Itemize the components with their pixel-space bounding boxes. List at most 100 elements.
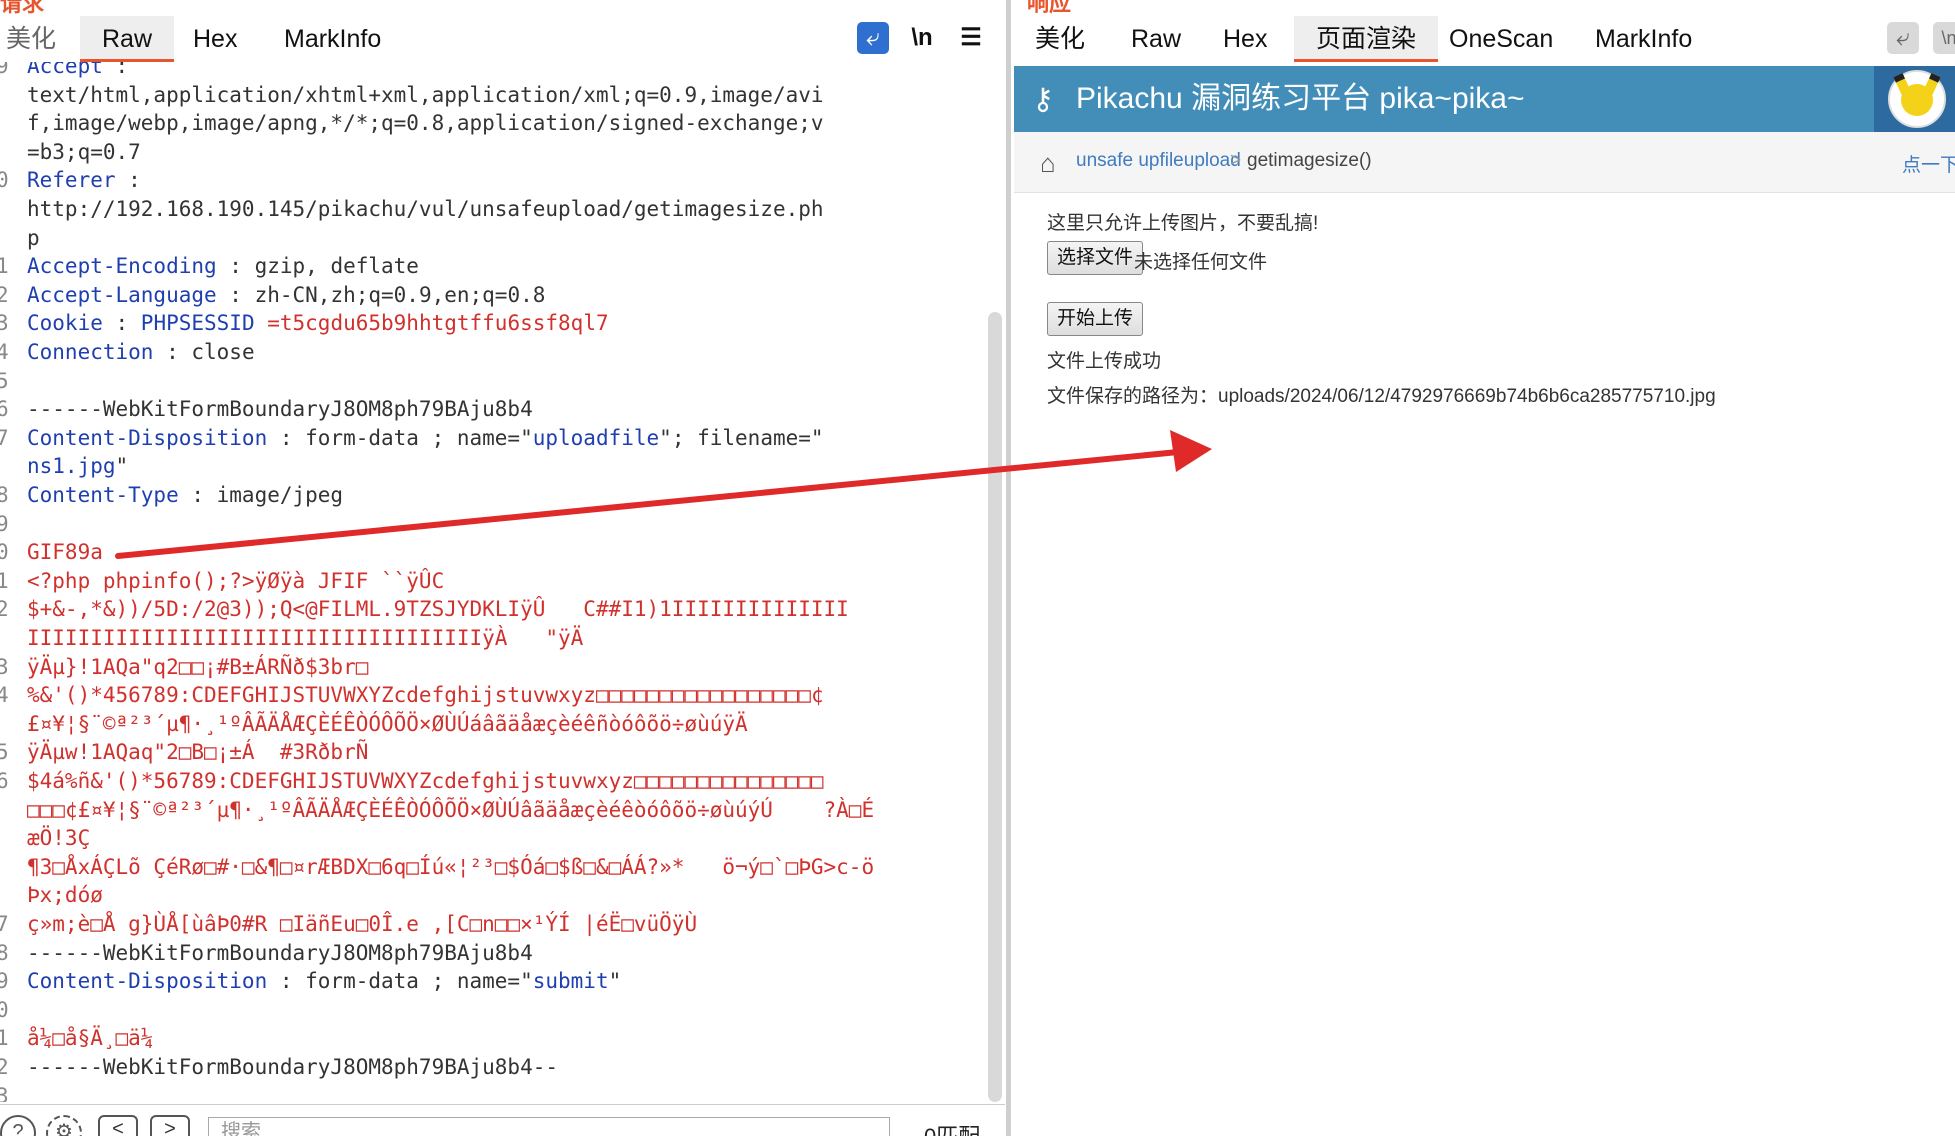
search-input[interactable]: 搜索 bbox=[208, 1117, 890, 1136]
help-icon[interactable]: ? bbox=[0, 1115, 36, 1136]
line-number: 1 bbox=[0, 254, 9, 279]
line-number: 7 bbox=[0, 425, 9, 450]
token: å¼□å§Ä¸□ä¼ bbox=[27, 1026, 154, 1051]
token: Content-Type bbox=[27, 483, 179, 507]
line-text: £¤¥¦§¨©ª²³´µ¶·¸¹ºÂÃÄÅÆÇÈÉÊÒÓÔÕÖ×ØÙÚáâãäå… bbox=[27, 710, 748, 738]
choose-file-button[interactable]: 选择文件 bbox=[1047, 241, 1144, 275]
breadcrumb-separator: > bbox=[1230, 150, 1242, 171]
response-panel: 响应 美化 Raw Hex 页面渲染 OneScan MarkInfo ⤶ \n… bbox=[1011, 0, 1955, 1136]
line-text: $4á%ñ&'()*56789:CDEFGHIJSTUVWXYZcdefghij… bbox=[27, 767, 824, 795]
success-text: 文件上传成功 bbox=[1047, 351, 1162, 372]
line-number: 6 bbox=[0, 769, 9, 793]
avatar bbox=[1888, 70, 1946, 128]
token: : form-data ; name=" bbox=[267, 425, 533, 450]
site-title: Pikachu 漏洞练习平台 pika~pika~ bbox=[1076, 82, 1525, 115]
token: =b3;q=0.7 bbox=[27, 139, 141, 164]
token: : form-data ; name=" bbox=[267, 969, 533, 994]
tab-beautify[interactable]: 美化 bbox=[6, 16, 56, 62]
site-header: ⚷ Pikachu 漏洞练习平台 pika~pika~ bbox=[1014, 66, 1955, 132]
line-text: ------WebKitFormBoundaryJ8OM8ph79BAju8b4 bbox=[27, 395, 533, 423]
rendered-page: ⚷ Pikachu 漏洞练习平台 pika~pika~ ⌂ unsafe upf… bbox=[1014, 62, 1955, 1136]
line-text: Content-Disposition : form-data ; name="… bbox=[27, 424, 824, 452]
token: text/html,application/xhtml+xml,applicat… bbox=[27, 82, 824, 107]
token: $4á%ñ&'()*56789:CDEFGHIJSTUVWXYZcdefghij… bbox=[27, 769, 824, 793]
wrap-icon[interactable]: ⤶ bbox=[857, 22, 889, 54]
token: %&'()*456789:CDEFGHIJSTUVWXYZcdefghijstu… bbox=[27, 683, 824, 708]
line-text: Content-Disposition : form-data ; name="… bbox=[27, 967, 621, 995]
breadcrumb-link[interactable]: unsafe upfileupload bbox=[1076, 150, 1241, 172]
vertical-scrollbar[interactable] bbox=[988, 312, 1002, 1102]
hint-link[interactable]: 点一下提 bbox=[1902, 150, 1955, 177]
line-text: text/html,application/xhtml+xml,applicat… bbox=[27, 81, 824, 109]
upload-button[interactable]: 开始上传 bbox=[1047, 302, 1144, 336]
tab-onescan[interactable]: OneScan bbox=[1449, 16, 1553, 62]
token: : bbox=[102, 311, 141, 336]
line-text: ¶3□ÅxÁÇLõ ÇéRø□#·□&¶□¤rÆBDX□6q□Íú«¦²³□$Ó… bbox=[27, 853, 874, 881]
no-file-text: 未选择任何文件 bbox=[1134, 252, 1268, 273]
tab-markinfo[interactable]: MarkInfo bbox=[284, 16, 381, 62]
line-number: 8 bbox=[0, 483, 9, 507]
breadcrumb-current: getimagesize() bbox=[1247, 150, 1372, 171]
token: æÖ!3Ç bbox=[27, 826, 91, 851]
line-text: ------WebKitFormBoundaryJ8OM8ph79BAju8b4… bbox=[27, 1053, 558, 1081]
token: : close bbox=[153, 340, 255, 364]
line-text: =b3;q=0.7 bbox=[27, 138, 141, 166]
menu-icon[interactable]: ☰ bbox=[955, 22, 987, 54]
avatar-area[interactable] bbox=[1874, 66, 1955, 132]
line-text: å¼□å§Ä¸□ä¼ bbox=[27, 1024, 153, 1052]
tab-raw[interactable]: Raw bbox=[80, 16, 175, 62]
token: Accept-Encoding bbox=[27, 254, 217, 279]
tab-render[interactable]: 页面渲染 bbox=[1294, 16, 1439, 62]
tab-hex[interactable]: Hex bbox=[1223, 16, 1267, 62]
settings-icon[interactable]: ⚙ bbox=[46, 1115, 82, 1136]
token: ÿÄµw!1AQaq"2□B□¡±Á #3RðbrÑ bbox=[27, 740, 369, 765]
line-text: Þx;dóø bbox=[27, 881, 103, 909]
wrap-icon[interactable]: ⤶ bbox=[1887, 22, 1919, 54]
prev-icon[interactable]: < bbox=[98, 1115, 138, 1136]
line-text: f,image/webp,image/apng,*/*;q=0.8,applic… bbox=[27, 109, 824, 137]
next-icon[interactable]: > bbox=[150, 1115, 190, 1136]
token: Cookie bbox=[27, 311, 103, 336]
request-tabbar: 美化 Raw Hex MarkInfo bbox=[0, 16, 1005, 62]
token: ç»m;è□Å g}ÙÅ[ùâÞ0#R □IäñEu□0Î.e ,[C□n□□×… bbox=[27, 912, 698, 936]
response-tabbar: 美化 Raw Hex 页面渲染 OneScan MarkInfo bbox=[1011, 16, 1955, 62]
line-number: 8 bbox=[0, 940, 9, 965]
line-text: æÖ!3Ç bbox=[27, 824, 90, 852]
line-number: 4 bbox=[0, 683, 9, 708]
token: £¤¥¦§¨©ª²³´µ¶·¸¹ºÂÃÄÅÆÇÈÉÊÒÓÔÕÖ×ØÙÚáâãäå… bbox=[27, 711, 748, 736]
line-number: 0 bbox=[0, 168, 9, 193]
line-text: p bbox=[27, 224, 40, 252]
line-text: IIIIIIIIIIIIIIIIIIIIIIIIIIIIIIIIIIIIÿÀ "… bbox=[27, 624, 583, 652]
line-number: 3 bbox=[0, 1083, 9, 1102]
token: p bbox=[27, 225, 40, 250]
line-text: GIF89a bbox=[27, 538, 103, 566]
token: GIF89a bbox=[27, 540, 103, 565]
newline-icon[interactable]: \n bbox=[906, 22, 938, 54]
tab-raw[interactable]: Raw bbox=[1131, 16, 1181, 62]
line-text: ÿÄµ}!1AQa"q2□□¡#B±ÁRÑð$3br□ bbox=[27, 653, 368, 681]
line-number: 2 bbox=[0, 1055, 9, 1079]
line-text: Connection : close bbox=[27, 338, 255, 366]
line-number: 7 bbox=[0, 912, 9, 936]
tab-markinfo[interactable]: MarkInfo bbox=[1595, 16, 1692, 62]
line-text: ------WebKitFormBoundaryJ8OM8ph79BAju8b4 bbox=[27, 939, 533, 967]
token: Accept bbox=[27, 62, 103, 78]
line-text: Accept-Language : zh-CN,zh;q=0.9,en;q=0.… bbox=[27, 281, 545, 309]
request-editor[interactable]: 9 Accept : text/html,application/xhtml+xml… bbox=[0, 62, 990, 1102]
line-number: 5 bbox=[0, 740, 9, 765]
token: =t5cgdu65b9hhtgtffu6ssf8ql7 bbox=[254, 311, 609, 336]
token: submit bbox=[532, 969, 609, 994]
token: f,image/webp,image/apng,*/*;q=0.8,applic… bbox=[27, 111, 824, 136]
line-number: 9 bbox=[0, 969, 9, 994]
newline-icon[interactable]: \n bbox=[1933, 22, 1955, 54]
tab-hex[interactable]: Hex bbox=[193, 16, 237, 62]
saved-path-text: 文件保存的路径为：uploads/2024/06/12/4792976669b7… bbox=[1047, 386, 1716, 407]
line-text: <?php phpinfo();?>ÿØÿà JFIF ``ÿÛC bbox=[27, 567, 444, 595]
home-icon[interactable]: ⌂ bbox=[1040, 148, 1056, 179]
line-text: %&'()*456789:CDEFGHIJSTUVWXYZcdefghijstu… bbox=[27, 681, 824, 709]
notice-text: 这里只允许上传图片，不要乱搞! bbox=[1047, 213, 1319, 234]
token: ns1.jpg bbox=[27, 454, 116, 479]
line-text: ÿÄµw!1AQaq"2□B□¡±Á #3RðbrÑ bbox=[27, 738, 368, 766]
tab-beautify[interactable]: 美化 bbox=[1035, 16, 1085, 62]
line-text: $+&-,*&))/5D:/2@3));Q<@FILML.9TZSJYDKLIÿ… bbox=[27, 595, 849, 623]
